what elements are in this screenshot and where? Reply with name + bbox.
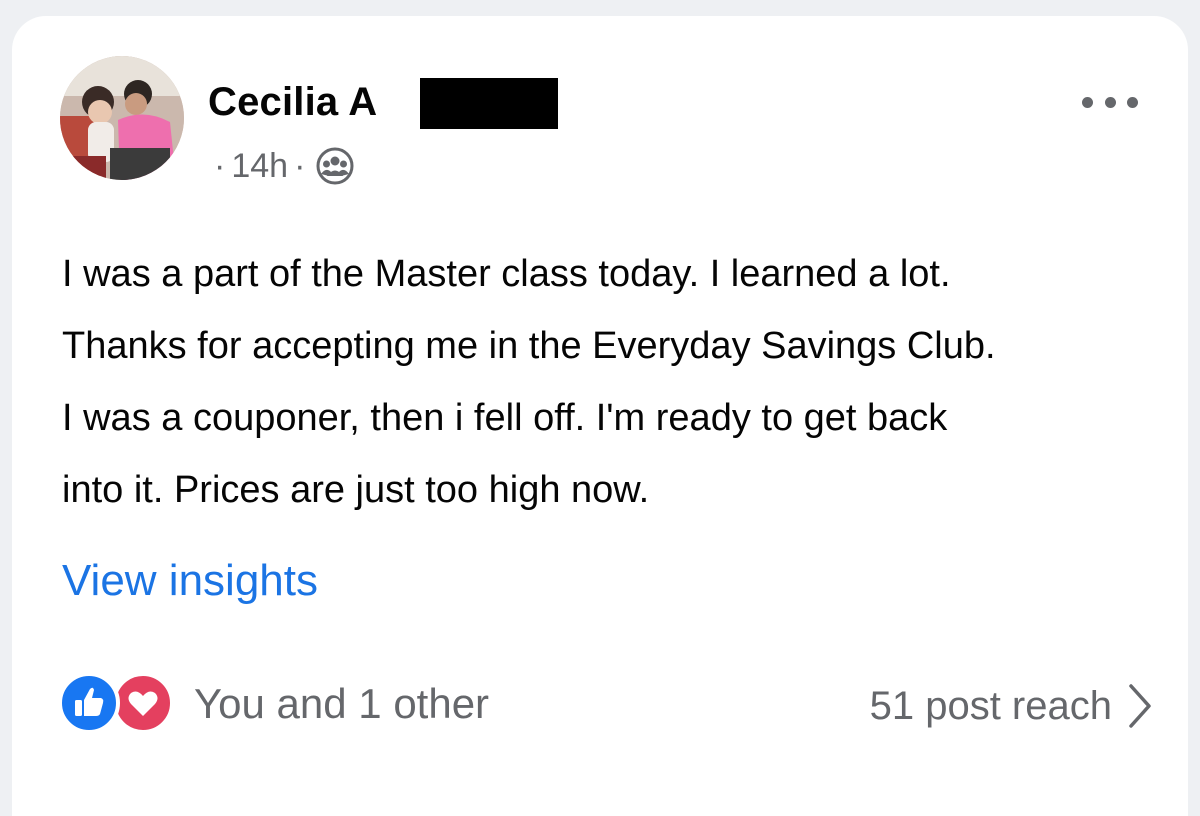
post-reach-text: 51 post reach	[869, 683, 1112, 728]
redaction-bar	[420, 78, 558, 129]
post-text-line: Thanks for accepting me in the Everyday …	[62, 325, 996, 367]
chevron-right-icon	[1126, 680, 1154, 732]
reactions-summary[interactable]: You and 1 other	[58, 672, 489, 736]
meta-separator: ·	[214, 146, 226, 185]
love-icon	[112, 672, 174, 734]
author-name[interactable]: Cecilia A	[208, 80, 377, 125]
more-dot	[1127, 96, 1138, 108]
post-body: I was a part of the Master class today. …	[62, 238, 1152, 526]
more-dot	[1104, 96, 1116, 108]
post-reach[interactable]: 51 post reach	[870, 680, 1154, 732]
more-options-icon[interactable]	[1082, 88, 1138, 116]
post-card: Cecilia A · 14h · I was a part of the Ma…	[12, 16, 1188, 816]
post-text-line: into it. Prices are just too high now.	[62, 469, 650, 511]
post-text-line: I was a part of the Master class today. …	[62, 253, 951, 295]
group-icon[interactable]	[315, 146, 355, 186]
reactions-text[interactable]: You and 1 other	[194, 680, 489, 728]
post-text-line: I was a couponer, then i fell off. I'm r…	[62, 397, 948, 439]
post-meta: · 14h ·	[208, 146, 355, 186]
post-timestamp[interactable]: 14h	[231, 147, 288, 186]
avatar[interactable]	[60, 56, 184, 180]
avatar-photo	[60, 56, 184, 180]
view-insights-link[interactable]: View insights	[62, 556, 318, 606]
more-dot	[1082, 96, 1093, 108]
like-icon	[58, 672, 120, 734]
meta-separator: ·	[294, 146, 306, 185]
reaction-icons	[58, 672, 178, 736]
